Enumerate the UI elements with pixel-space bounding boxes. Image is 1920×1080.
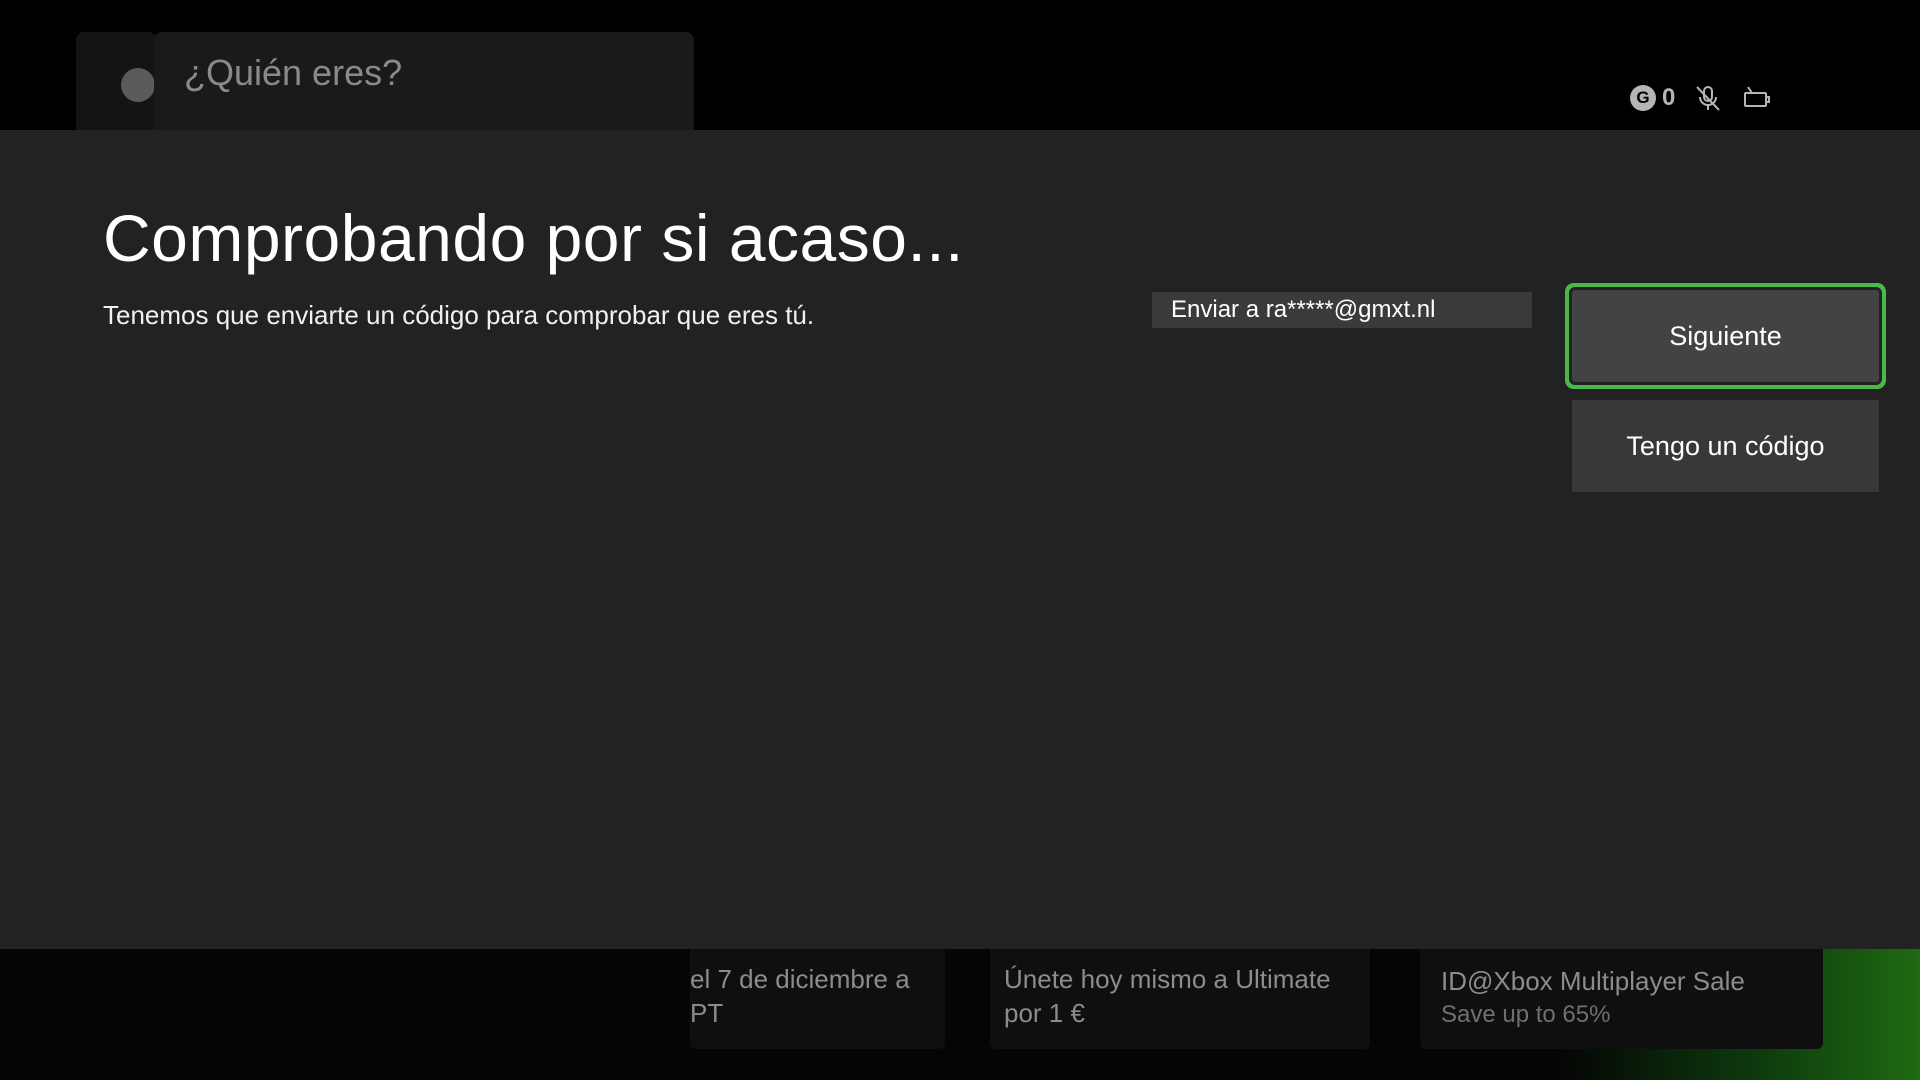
promo-tile-caption: el 7 de diciembre a PT [690, 964, 910, 1028]
gamerscore-icon: G [1630, 85, 1656, 111]
send-to-selector[interactable]: Enviar a ra*****@gmxt.nl [1152, 292, 1532, 328]
account-picker-title: ¿Quién eres? [184, 52, 403, 93]
gamerscore-value: 0 [1662, 84, 1676, 111]
status-bar: G 0 [1630, 82, 1771, 114]
dialog-title: Comprobando por si acaso... [103, 201, 964, 275]
next-button[interactable]: Siguiente [1572, 290, 1879, 382]
gamerscore: G 0 [1630, 84, 1675, 112]
have-code-button[interactable]: Tengo un código [1572, 400, 1879, 492]
promo-tile-caption: ID@Xbox Multiplayer Sale Save up to 65% [1441, 966, 1745, 1028]
controller-battery-icon [1744, 86, 1771, 107]
mic-muted-icon [1696, 86, 1721, 111]
dialog-description: Tenemos que enviarte un código para comp… [103, 300, 815, 330]
verification-dialog: Comprobando por si acaso... Tenemos que … [0, 130, 1920, 949]
xbox-logo-icon [121, 68, 155, 102]
promo-tile-caption: Únete hoy mismo a Ultimate por 1 € [1004, 964, 1331, 1028]
